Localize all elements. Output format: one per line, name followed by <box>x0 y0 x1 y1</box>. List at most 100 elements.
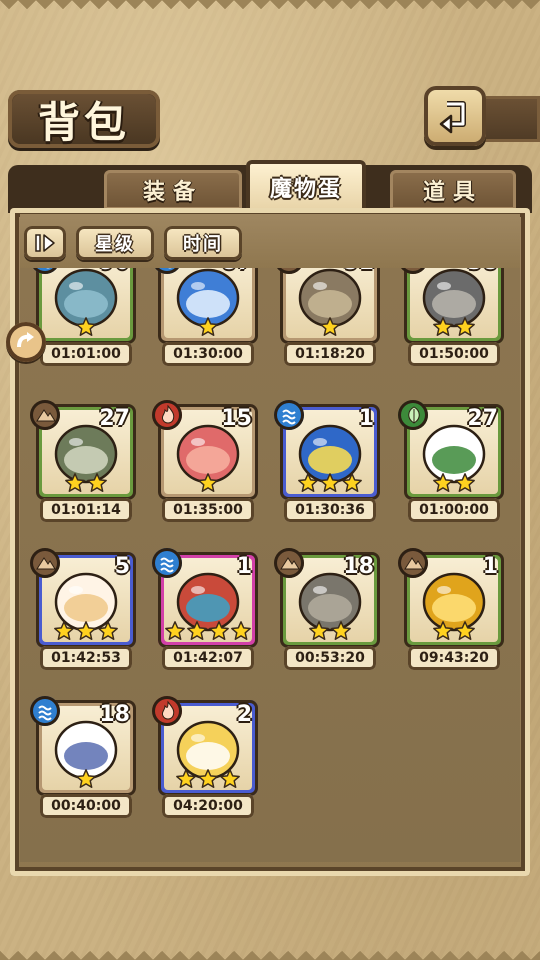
egg-count: 18 <box>343 554 374 579</box>
star-icon <box>455 621 475 640</box>
bottom-border <box>0 942 540 960</box>
egg-count: 1 <box>482 554 498 579</box>
star-icon <box>198 317 218 336</box>
sort-order-icon <box>35 234 55 252</box>
star-icon <box>209 621 229 640</box>
rarity-stars <box>404 472 504 496</box>
rarity-stars <box>158 768 258 792</box>
star-icon <box>455 473 475 492</box>
element-earth-icon <box>274 548 304 578</box>
rarity-stars <box>36 472 136 496</box>
tab-monster-eggs[interactable]: 魔物蛋 <box>246 160 366 214</box>
element-water-icon <box>152 548 182 578</box>
star-icon <box>231 621 251 640</box>
hatch-timer: 01:01:00 <box>40 342 132 366</box>
hatch-timer: 01:30:36 <box>284 498 376 522</box>
star-icon <box>433 317 453 336</box>
rarity-stars <box>404 316 504 340</box>
rarity-stars <box>158 316 258 340</box>
egg-count: 27 <box>467 406 498 431</box>
rarity-stars <box>36 620 136 644</box>
star-icon <box>298 473 318 492</box>
tab-items[interactable]: 道具 <box>390 170 516 210</box>
star-icon <box>433 621 453 640</box>
egg-count: 27 <box>99 406 130 431</box>
star-icon <box>176 769 196 788</box>
egg-card[interactable]: 01:35:00 15 <box>152 400 258 526</box>
star-icon <box>309 621 329 640</box>
egg-count: 2 <box>236 702 252 727</box>
star-icon <box>342 473 362 492</box>
back-button[interactable] <box>424 86 486 146</box>
egg-count: 5 <box>114 554 130 579</box>
hatch-timer: 01:35:00 <box>162 498 254 522</box>
rarity-stars <box>280 316 380 340</box>
element-water-icon <box>30 696 60 726</box>
hatch-timer: 01:18:20 <box>284 342 376 366</box>
sort-by-rank-button[interactable]: 星级 <box>76 226 154 260</box>
element-earth-icon <box>30 548 60 578</box>
hatch-timer: 01:30:00 <box>162 342 254 366</box>
star-icon <box>76 621 96 640</box>
star-icon <box>320 317 340 336</box>
rarity-stars <box>404 620 504 644</box>
egg-card[interactable]: 01:01:14 27 <box>30 400 136 526</box>
element-water-icon <box>274 400 304 430</box>
egg-card[interactable]: 01:30:36 1 <box>274 400 380 526</box>
element-fire-icon <box>152 400 182 430</box>
element-earth-icon <box>30 400 60 430</box>
rarity-stars <box>158 472 258 496</box>
element-fire-icon <box>152 696 182 726</box>
egg-card[interactable]: 09:43:20 1 <box>398 548 504 674</box>
egg-count: 15 <box>221 406 252 431</box>
rarity-stars <box>280 472 380 496</box>
tab-equipment[interactable]: 装备 <box>104 170 242 210</box>
hatch-timer: 01:42:53 <box>40 646 132 670</box>
sort-toggle-button[interactable] <box>24 226 66 260</box>
rarity-stars <box>36 316 136 340</box>
egg-card[interactable]: 04:20:00 2 <box>152 696 258 822</box>
egg-count: 1 <box>236 554 252 579</box>
side-collapse-button[interactable] <box>6 322 46 362</box>
star-icon <box>455 317 475 336</box>
hatch-timer: 00:53:20 <box>284 646 376 670</box>
star-icon <box>87 473 107 492</box>
star-icon <box>165 621 185 640</box>
star-icon <box>198 769 218 788</box>
top-border <box>0 0 540 18</box>
star-icon <box>54 621 74 640</box>
star-icon <box>433 473 453 492</box>
egg-count: 1 <box>358 406 374 431</box>
rarity-stars <box>158 620 258 644</box>
sort-by-time-button[interactable]: 时间 <box>164 226 242 260</box>
hatch-timer: 04:20:00 <box>162 794 254 818</box>
hatch-timer: 01:42:07 <box>162 646 254 670</box>
hatch-timer: 00:40:00 <box>40 794 132 818</box>
egg-card[interactable]: 01:42:53 5 <box>30 548 136 674</box>
star-icon <box>187 621 207 640</box>
return-arrow-icon <box>439 101 466 134</box>
element-earth-icon <box>398 548 428 578</box>
star-icon <box>65 473 85 492</box>
egg-card[interactable]: 01:00:00 27 <box>398 400 504 526</box>
curved-arrow-icon <box>17 332 34 348</box>
rarity-stars <box>280 620 380 644</box>
star-icon <box>98 621 118 640</box>
star-icon <box>331 621 351 640</box>
star-icon <box>320 473 340 492</box>
page-title: 背包 <box>37 97 130 147</box>
hatch-timer: 01:00:00 <box>408 498 500 522</box>
star-icon <box>76 317 96 336</box>
hatch-timer: 01:50:00 <box>408 342 500 366</box>
egg-card[interactable]: 00:40:00 18 <box>30 696 136 822</box>
egg-card[interactable]: 01:42:07 1 <box>152 548 258 674</box>
star-icon <box>220 769 240 788</box>
egg-card[interactable]: 00:53:20 18 <box>274 548 380 674</box>
star-icon <box>76 769 96 788</box>
rarity-stars <box>36 768 136 792</box>
egg-count: 18 <box>99 702 130 727</box>
element-grass-icon <box>398 400 428 430</box>
star-icon <box>198 473 218 492</box>
hatch-timer: 09:43:20 <box>408 646 500 670</box>
hatch-timer: 01:01:14 <box>40 498 132 522</box>
